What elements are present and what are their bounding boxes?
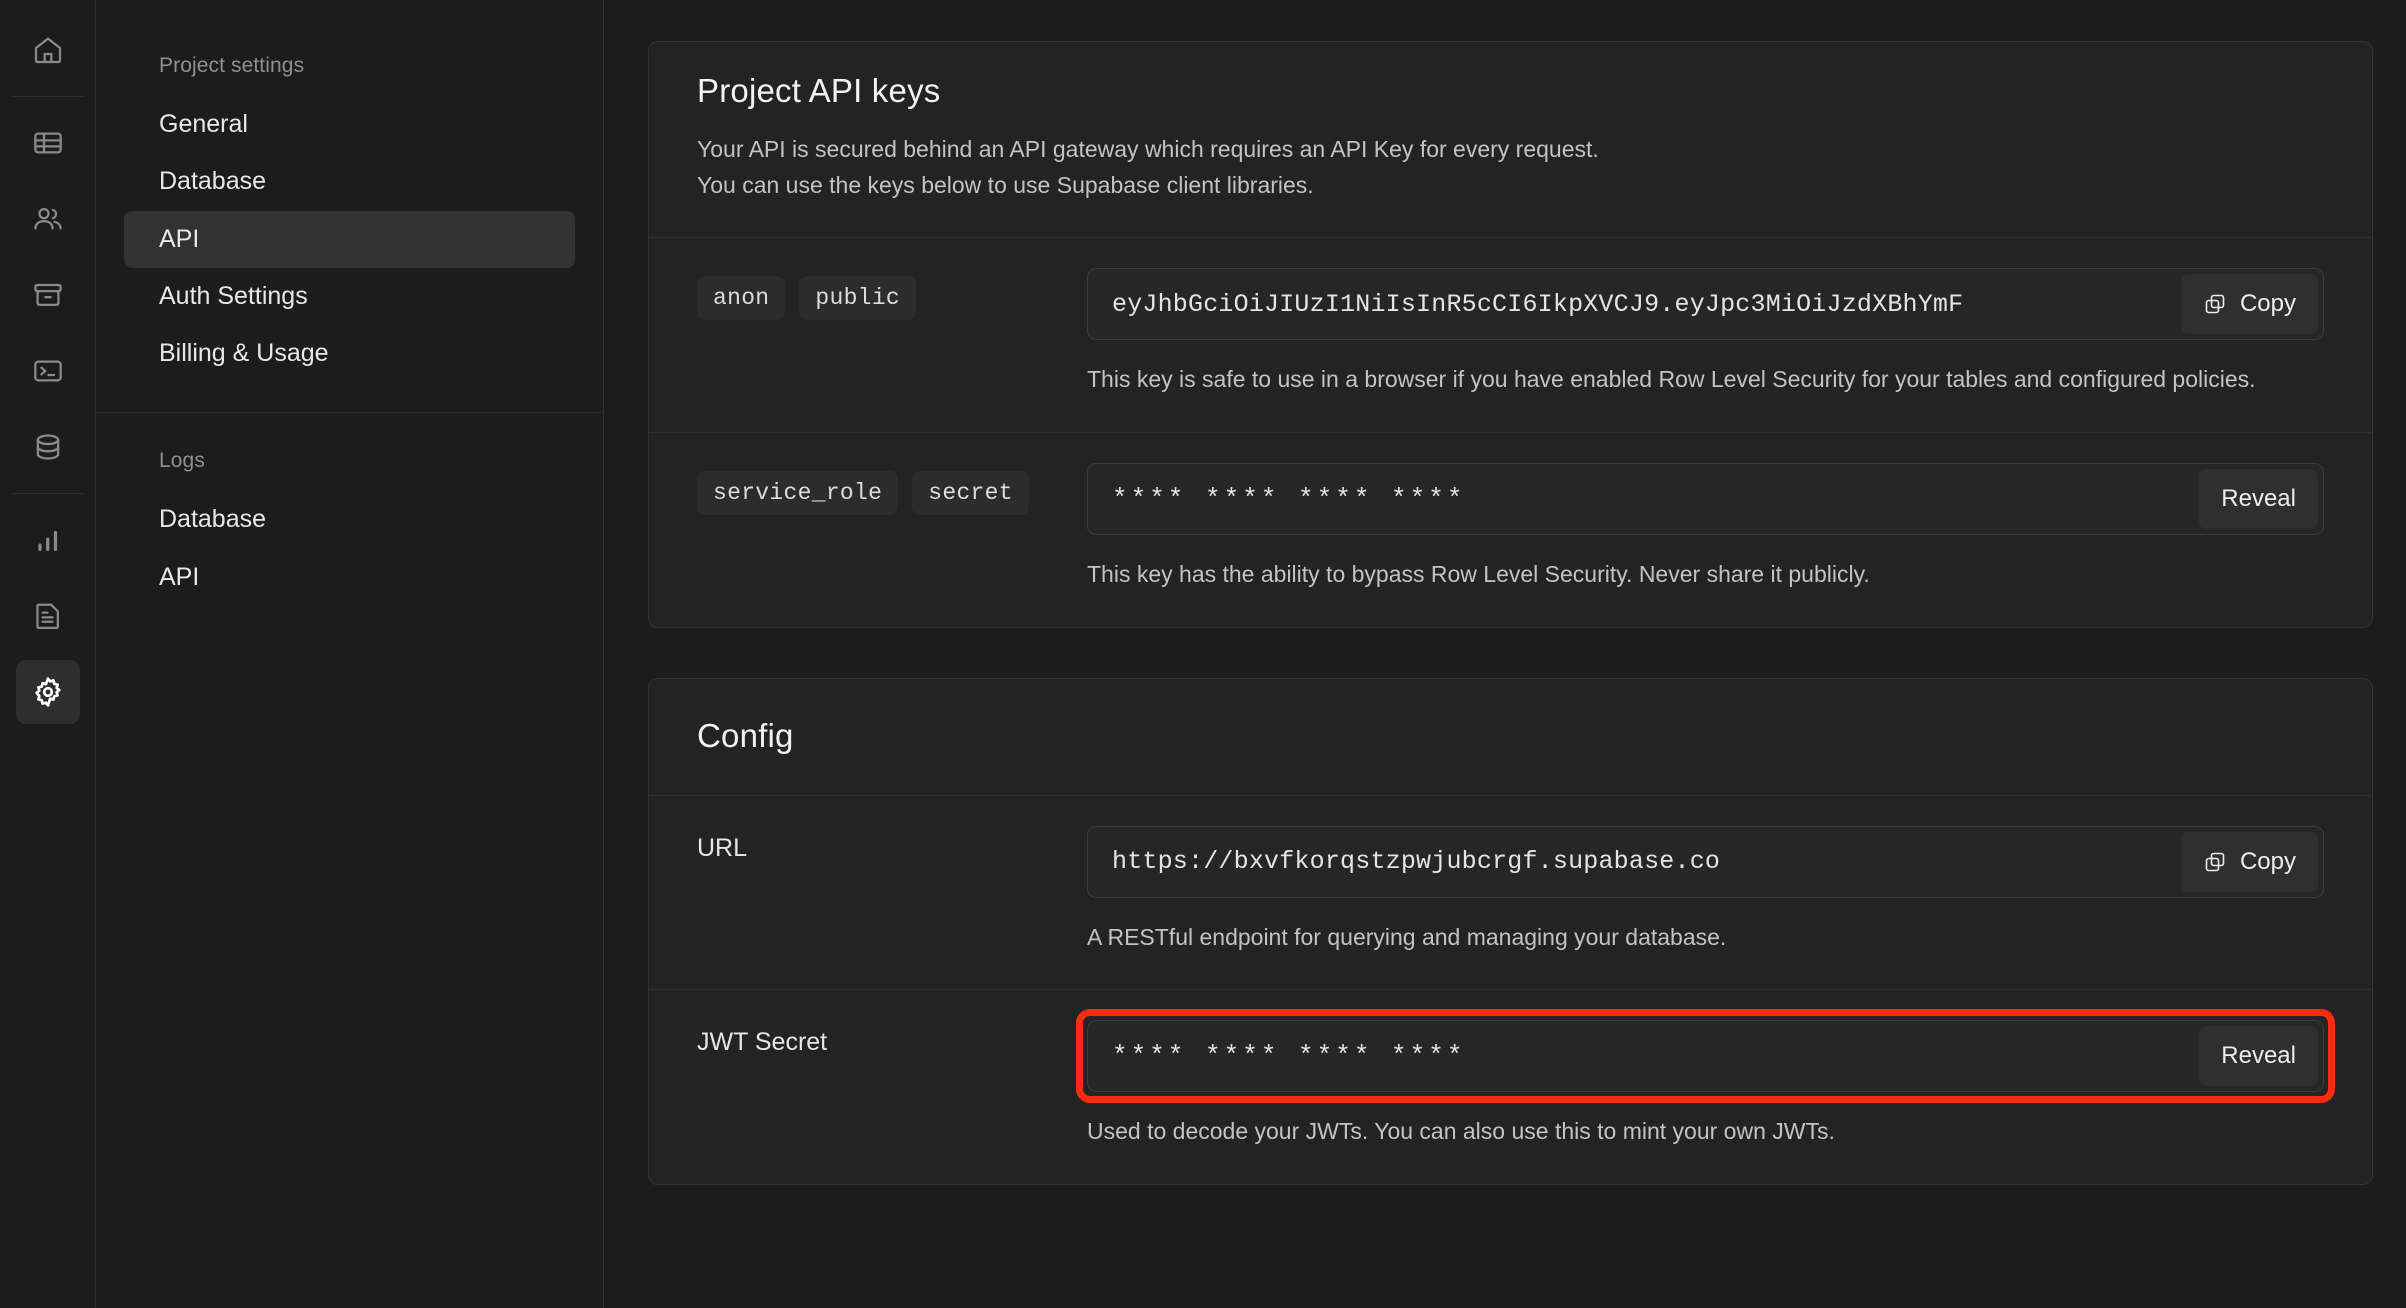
sidebar-item-api[interactable]: API [124,210,575,268]
rail-item-storage[interactable] [16,263,80,327]
table-editor-icon [32,127,64,159]
url-label: URL [697,833,748,862]
jwt-secret-field-group: **** **** **** **** Reveal Used to decod… [1076,1009,2335,1150]
icon-rail [0,0,96,1308]
database-icon [32,431,64,463]
jwt-secret-note: Used to decode your JWTs. You can also u… [1087,1118,1835,1145]
sql-editor-icon [32,355,64,387]
url-value: https://bxvfkorqstzpwjubcrgf.supabase.co [1112,847,1721,877]
anon-key-field-group: eyJhbGciOiJIUzI1NiIsInR5cCI6IkpXVCJ9.eyJ… [1087,268,2324,398]
api-keys-description-line-2: You can use the keys below to use Supaba… [697,171,1314,198]
api-key-row-anon: anon public eyJhbGciOiJIUzI1NiIsInR5cCI6… [649,238,2372,433]
reveal-jwt-secret-button[interactable]: Reveal [2199,1026,2318,1087]
config-row-url: URL https://bxvfkorqstzpwjubcrgf.supabas… [649,796,2372,991]
page-title: Project API keys [697,72,941,109]
project-api-keys-card: Project API keys Your API is secured beh… [648,41,2373,628]
url-field-group: https://bxvfkorqstzpwjubcrgf.supabase.co… [1087,825,2324,956]
jwt-secret-field[interactable]: **** **** **** **** Reveal [1087,1020,2324,1093]
jwt-secret-highlight-annotation: **** **** **** **** Reveal [1076,1009,2335,1104]
jwt-secret-label-wrap: JWT Secret [697,1020,1087,1150]
config-card: Config URL https://bxvfkorqstzpwjubcrgf.… [648,677,2373,1185]
url-field-highlight-wrap: https://bxvfkorqstzpwjubcrgf.supabase.co… [1087,825,2324,898]
jwt-secret-label: JWT Secret [697,1028,828,1057]
rail-item-settings[interactable] [15,660,80,724]
logs-icon [32,600,64,632]
rail-item-logs[interactable] [16,584,80,648]
sidebar-item-database[interactable]: Database [124,153,575,210]
url-field[interactable]: https://bxvfkorqstzpwjubcrgf.supabase.co… [1087,825,2324,898]
main-content: Project API keys Your API is secured beh… [604,0,2406,1308]
badge-public: public [799,276,917,321]
badge-anon: anon [697,276,786,321]
api-keys-description-line-1: Your API is secured behind an API gatewa… [697,136,1599,162]
url-note: A RESTful endpoint for querying and mana… [1087,923,1727,950]
service-role-badges: service_role secret [697,463,1087,593]
anon-key-value: eyJhbGciOiJIUzI1NiIsInR5cCI6IkpXVCJ9.eyJ… [1112,289,1964,319]
copy-icon [2203,850,2227,874]
copy-anon-key-button[interactable]: Copy [2180,274,2318,335]
service-role-key-field[interactable]: **** **** **** **** Reveal [1087,462,2324,535]
rail-item-sql-editor[interactable] [16,339,80,403]
sidebar-item-logs-api[interactable]: API [124,549,575,606]
api-key-row-service-role: service_role secret **** **** **** **** … [649,433,2372,627]
anon-badges: anon public [697,268,1087,398]
badge-secret: secret [912,470,1029,515]
nav-group-logs: Logs Database API [96,439,603,606]
badge-service-role: service_role [697,470,899,515]
copy-url-label: Copy [2239,847,2296,875]
sidebar-item-billing-usage[interactable]: Billing & Usage [124,325,575,382]
rail-item-authentication[interactable] [16,187,80,251]
url-label-wrap: URL [697,826,1087,956]
reports-icon [32,524,64,556]
nav-group-project-settings: Project settings General Database API Au… [96,44,603,382]
sidebar-item-logs-database[interactable]: Database [124,491,575,548]
storage-icon [32,279,64,311]
authentication-icon [32,203,64,235]
reveal-service-role-key-label: Reveal [2221,484,2296,512]
reveal-service-role-key-button[interactable]: Reveal [2199,468,2318,529]
copy-anon-key-label: Copy [2239,290,2296,318]
config-title: Config [697,716,794,754]
service-role-key-note: This key has the ability to bypass Row L… [1087,560,1870,587]
copy-url-button[interactable]: Copy [2180,831,2318,892]
home-icon [32,34,64,66]
api-keys-description: Your API is secured behind an API gatewa… [697,132,2324,203]
rail-item-table-editor[interactable] [16,111,80,175]
nav-group-title-project-settings: Project settings [159,54,305,77]
sidebar-item-general[interactable]: General [124,96,575,153]
settings-sidebar: Project settings General Database API Au… [96,0,604,1308]
sidebar-item-auth-settings[interactable]: Auth Settings [124,268,575,325]
copy-icon [2203,292,2227,316]
service-role-field-group: **** **** **** **** Reveal This key has … [1087,462,2324,593]
rail-divider-1 [11,96,84,97]
service-role-key-value: **** **** **** **** [1112,483,1466,514]
rail-divider-2 [11,493,84,494]
api-keys-card-header: Project API keys Your API is secured beh… [649,42,2372,239]
anon-key-field[interactable]: eyJhbGciOiJIUzI1NiIsInR5cCI6IkpXVCJ9.eyJ… [1087,268,2324,341]
rail-item-home[interactable] [16,18,80,82]
config-card-header: Config [649,679,2372,796]
jwt-secret-value: **** **** **** **** [1112,1041,1466,1072]
config-row-jwt-secret: JWT Secret **** **** **** **** Reveal Us… [649,990,2372,1184]
settings-gear-icon [31,675,65,709]
nav-group-title-logs: Logs [159,449,205,473]
rail-item-reports[interactable] [16,508,80,572]
anon-key-note: This key is safe to use in a browser if … [1087,366,2256,393]
sidebar-divider [96,412,603,414]
rail-item-database[interactable] [16,415,80,479]
reveal-jwt-secret-label: Reveal [2221,1042,2296,1070]
